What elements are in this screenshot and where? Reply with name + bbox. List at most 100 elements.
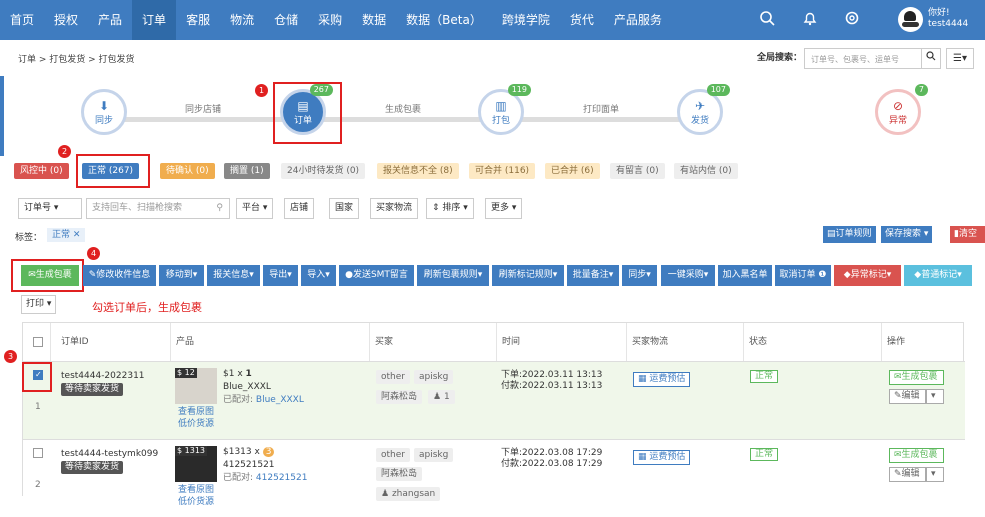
shipping-estimate-button[interactable]: ▦ 运费预估 <box>633 450 691 465</box>
view-image-link[interactable]: 查看原图 <box>178 485 214 496</box>
row-edit-button[interactable]: ✎编辑 <box>889 467 926 482</box>
flow-link-generate-package[interactable]: 生成包裹 <box>385 102 421 115</box>
search-input[interactable]: 支持回车、扫描枪搜索 ⚲ <box>86 198 230 219</box>
nav-auth[interactable]: 授权 <box>44 0 88 40</box>
tab-merged[interactable]: 已合并 (6) <box>545 163 600 179</box>
global-search-input[interactable]: 订单号、包裹号、运单号 <box>804 48 922 69</box>
generate-package-button[interactable]: ✉生成包裹 <box>21 265 79 286</box>
tab-mergeable[interactable]: 可合并 (116) <box>469 163 536 179</box>
country-button[interactable]: 国家 <box>329 198 360 219</box>
matched-sku-link[interactable]: 412521521 <box>256 473 308 483</box>
step-pack-badge: 119 <box>507 84 531 96</box>
nav-order[interactable]: 订单 <box>132 0 177 40</box>
add-blacklist-button[interactable]: 加入黑名单 <box>718 265 772 286</box>
clear-button[interactable]: ▮清空 <box>950 226 985 243</box>
matched-sku-link[interactable]: Blue_XXXL <box>256 395 304 405</box>
row-generate-package-button[interactable]: ✉生成包裹 <box>889 370 944 385</box>
nav-data[interactable]: 数据 <box>352 0 396 40</box>
batch-remark-button[interactable]: 批量备注▾ <box>567 265 619 286</box>
search-icon[interactable] <box>757 10 777 30</box>
shipping-estimate-label: 运费预估 <box>649 452 686 462</box>
nav-data-beta[interactable]: 数据（Beta） <box>396 0 492 40</box>
select-all-checkbox[interactable] <box>33 337 43 347</box>
print-select[interactable]: 打印 ▾ <box>21 295 57 314</box>
global-search-button[interactable] <box>921 48 941 69</box>
normal-mark-button[interactable]: ◆普通标记▾ <box>904 265 972 286</box>
exception-mark-button[interactable]: ◆异常标记▾ <box>834 265 901 286</box>
tab-customs-incomplete[interactable]: 报关信息不全 (8) <box>377 163 459 179</box>
order-id[interactable]: test4444-testymk099 <box>61 449 158 460</box>
cancel-order-button[interactable]: 取消订单 ❶ <box>775 265 831 286</box>
save-search-button[interactable]: 保存搜索 ▾ <box>881 226 933 243</box>
nav-warehouse[interactable]: 仓储 <box>264 0 308 40</box>
order-no-select[interactable]: 订单号 ▾ <box>18 198 82 219</box>
sync-button[interactable]: 同步▾ <box>622 265 657 286</box>
tab-pending-confirm[interactable]: 待确认 (0) <box>160 163 215 179</box>
move-to-button[interactable]: 移动到▾ <box>159 265 204 286</box>
low-price-source-link[interactable]: 低价货源 <box>178 497 214 508</box>
gear-icon[interactable] <box>842 10 862 30</box>
order-rules-button[interactable]: ▤订单规则 <box>823 226 876 243</box>
table-row[interactable]: 2 test4444-testymk099 等待卖家发货 $ 1313 $131… <box>23 439 965 517</box>
row-checkbox[interactable] <box>33 448 43 458</box>
avatar[interactable] <box>898 7 923 32</box>
platform-select[interactable]: 平台 ▾ <box>236 198 274 219</box>
nav-forwarder[interactable]: 货代 <box>560 0 604 40</box>
sort-select[interactable]: ⇕ 排序 ▾ <box>426 198 474 219</box>
one-click-purchase-button[interactable]: 一键采购▾ <box>661 265 715 286</box>
row-edit-button[interactable]: ✎编辑 <box>889 389 926 404</box>
nav-services[interactable]: 产品服务 <box>604 0 672 40</box>
sort-label: 排序 <box>442 203 461 213</box>
bell-icon[interactable] <box>800 10 820 30</box>
step-pack[interactable]: 119 ▥ 打包 <box>478 84 531 135</box>
nav-logistics[interactable]: 物流 <box>220 0 264 40</box>
row-more-dropdown[interactable]: ▾ <box>926 389 944 404</box>
low-price-source-link[interactable]: 低价货源 <box>178 419 214 430</box>
refresh-package-rules-button[interactable]: 刷新包裹规则▾ <box>417 265 489 286</box>
import-button[interactable]: 导入▾ <box>301 265 336 286</box>
row-more-dropdown[interactable]: ▾ <box>926 467 944 482</box>
step-sync[interactable]: ⬇ 同步 <box>81 89 127 135</box>
store-button[interactable]: 店铺 <box>284 198 315 219</box>
logistics-button[interactable]: 买家物流 <box>370 198 419 219</box>
tab-normal[interactable]: 正常 (267) <box>82 163 140 179</box>
close-icon[interactable]: ✕ <box>73 230 81 240</box>
nav-home[interactable]: 首页 <box>0 0 44 40</box>
row-generate-package-label: 生成包裹 <box>901 450 938 460</box>
step-exception[interactable]: 7 ⊘ 异常 <box>875 84 928 135</box>
product-image[interactable]: $ 1313 <box>175 446 217 482</box>
flow-link-print-label[interactable]: 打印面单 <box>583 102 619 115</box>
flow-link-sync-store[interactable]: 同步店铺 <box>185 102 221 115</box>
send-smt-message-button[interactable]: ●发送SMT留言 <box>339 265 414 286</box>
refresh-mark-rules-button[interactable]: 刷新标记规则▾ <box>492 265 564 286</box>
header-time: 时间 <box>497 323 627 361</box>
edit-recipient-button[interactable]: ✎修改收件信息 <box>83 265 156 286</box>
tab-risk[interactable]: 风控中 (0) <box>14 163 69 179</box>
nav-purchase[interactable]: 采购 <box>308 0 352 40</box>
nav-product[interactable]: 产品 <box>88 0 132 40</box>
user-greeting[interactable]: 你好! test4444 <box>928 8 968 30</box>
menu-dropdown-button[interactable]: ☰▾ <box>946 48 974 69</box>
annotation-box-3 <box>22 362 52 392</box>
send-smt-message-label: 发送SMT留言 <box>352 270 408 280</box>
export-button[interactable]: 导出▾ <box>263 265 298 286</box>
nav-academy[interactable]: 跨境学院 <box>492 0 560 40</box>
tag-chip-normal[interactable]: 正常 ✕ <box>47 228 86 242</box>
order-id[interactable]: test4444-2022311 <box>61 371 145 382</box>
row-generate-package-button[interactable]: ✉生成包裹 <box>889 448 944 463</box>
view-image-link[interactable]: 查看原图 <box>178 407 214 418</box>
tab-has-message[interactable]: 有留言 (0) <box>610 163 665 179</box>
tab-on-hold[interactable]: 搁置 (1) <box>224 163 270 179</box>
step-exception-badge: 7 <box>914 84 928 96</box>
header-select-all[interactable] <box>23 323 51 361</box>
tab-has-inbox[interactable]: 有站内信 (0) <box>674 163 738 179</box>
exception-mark-label: 异常标记 <box>850 270 887 280</box>
table-row[interactable]: 1 test4444-2022311 等待卖家发货 $ 12 $1 x 1 Bl… <box>23 361 965 439</box>
customs-info-button[interactable]: 报关信息▾ <box>207 265 260 286</box>
step-ship[interactable]: 107 ✈ 发货 <box>677 84 730 135</box>
tab-24h-ship[interactable]: 24小时待发货 (0) <box>281 163 366 179</box>
shipping-estimate-button[interactable]: ▦ 运费预估 <box>633 372 691 387</box>
more-select[interactable]: 更多 ▾ <box>485 198 523 219</box>
nav-service[interactable]: 客服 <box>176 0 220 40</box>
product-image[interactable]: $ 12 <box>175 368 217 404</box>
